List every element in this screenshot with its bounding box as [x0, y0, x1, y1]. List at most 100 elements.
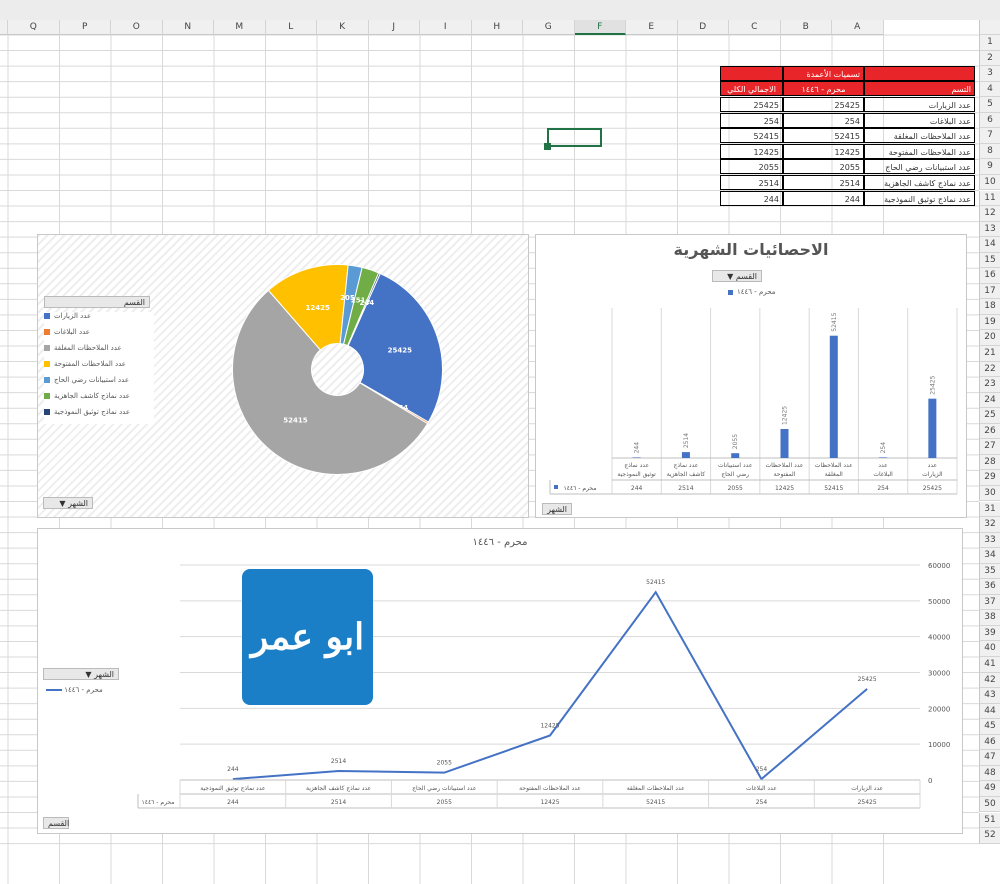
- column-header-K[interactable]: K: [317, 20, 369, 35]
- pivot-header-month[interactable]: محرم - ١٤٤٦: [783, 81, 864, 96]
- pivot-row-total-value[interactable]: 254: [720, 112, 783, 128]
- column-header-F[interactable]: F: [574, 20, 626, 35]
- pie-legend-filter-button[interactable]: القسم: [44, 296, 150, 308]
- row-header-38[interactable]: 38: [979, 610, 1000, 626]
- row-header-28[interactable]: 28: [979, 454, 1000, 471]
- row-header-45[interactable]: 45: [979, 719, 1000, 735]
- bar-filter-button[interactable]: ▼ القسم: [712, 270, 762, 282]
- bar-bottom-filter-button[interactable]: الشهر: [542, 503, 572, 515]
- column-header-P[interactable]: P: [59, 20, 111, 35]
- pivot-row-month-value[interactable]: 25425: [783, 97, 864, 112]
- pivot-row-total-value[interactable]: 2055: [720, 159, 783, 175]
- row-header-41[interactable]: 41: [979, 657, 1000, 673]
- pivot-row-month-value[interactable]: 2055: [783, 159, 864, 175]
- fill-handle[interactable]: [544, 143, 551, 150]
- row-header-44[interactable]: 44: [979, 703, 1000, 720]
- row-header-36[interactable]: 36: [979, 579, 1000, 595]
- row-header-27[interactable]: 27: [979, 439, 1000, 455]
- row-header-19[interactable]: 19: [979, 314, 1000, 331]
- row-header-48[interactable]: 48: [979, 765, 1000, 782]
- row-header-24[interactable]: 24: [979, 392, 1000, 409]
- pivot-row-month-value[interactable]: 254: [783, 112, 864, 128]
- pivot-row-label[interactable]: عدد الملاحظات المفتوحة: [864, 143, 975, 159]
- row-header-17[interactable]: 17: [979, 283, 1000, 300]
- column-header-I[interactable]: I: [420, 20, 472, 35]
- line-bottom-filter-button[interactable]: القسم: [43, 817, 69, 829]
- row-header-43[interactable]: 43: [979, 688, 1000, 704]
- column-header-D[interactable]: D: [677, 20, 729, 35]
- column-header-B[interactable]: B: [780, 20, 832, 35]
- row-header-49[interactable]: 49: [979, 781, 1000, 797]
- pivot-row-total-value[interactable]: 25425: [720, 97, 783, 112]
- row-header-29[interactable]: 29: [979, 470, 1000, 486]
- row-header-16[interactable]: 16: [979, 268, 1000, 284]
- row-header-8[interactable]: 8: [979, 143, 1000, 160]
- pivot-header-label[interactable]: التسم: [864, 81, 975, 96]
- column-header-O[interactable]: O: [111, 20, 163, 35]
- pivot-row-month-value[interactable]: 12425: [783, 143, 864, 159]
- row-header-10[interactable]: 10: [979, 174, 1000, 191]
- pivot-row-label[interactable]: عدد نماذج توثيق النموذجية: [864, 190, 975, 206]
- row-header-46[interactable]: 46: [979, 734, 1000, 751]
- column-header-A[interactable]: A: [832, 20, 884, 35]
- column-header-G[interactable]: G: [523, 20, 575, 35]
- row-header-12[interactable]: 12: [979, 206, 1000, 222]
- row-header-33[interactable]: 33: [979, 532, 1000, 549]
- row-header-23[interactable]: 23: [979, 377, 1000, 393]
- row-header-20[interactable]: 20: [979, 330, 1000, 346]
- pivot-filter-header[interactable]: تسميات الأعمدة: [783, 66, 864, 81]
- column-header-H[interactable]: H: [471, 20, 523, 35]
- row-header-21[interactable]: 21: [979, 346, 1000, 362]
- row-header-5[interactable]: 5: [979, 97, 1000, 113]
- row-header-42[interactable]: 42: [979, 672, 1000, 689]
- pivot-row-total-value[interactable]: 2514: [720, 175, 783, 190]
- line-filter-button[interactable]: ▼ الشهر: [43, 668, 119, 680]
- pivot-row-total-value[interactable]: 244: [720, 190, 783, 206]
- column-header-J[interactable]: J: [368, 20, 420, 35]
- row-header-2[interactable]: 2: [979, 50, 1000, 67]
- row-header-1[interactable]: 1: [979, 35, 1000, 51]
- pivot-row-month-value[interactable]: 244: [783, 190, 864, 206]
- row-header-7[interactable]: 7: [979, 128, 1000, 144]
- pivot-row-total-value[interactable]: 12425: [720, 143, 783, 159]
- pivot-row-label[interactable]: عدد الملاحظات المغلقة: [864, 128, 975, 144]
- row-header-52[interactable]: 52: [979, 828, 1000, 844]
- row-header-25[interactable]: 25: [979, 408, 1000, 424]
- row-header-6[interactable]: 6: [979, 112, 1000, 129]
- column-header-N[interactable]: N: [162, 20, 214, 35]
- row-header-30[interactable]: 30: [979, 485, 1000, 502]
- column-header-E[interactable]: E: [626, 20, 678, 35]
- row-header-50[interactable]: 50: [979, 796, 1000, 813]
- pivot-row-label[interactable]: عدد البلاغات: [864, 112, 975, 128]
- pivot-row-month-value[interactable]: 2514: [783, 175, 864, 190]
- pivot-row-label[interactable]: عدد استبيانات رضي الحاج: [864, 159, 975, 175]
- select-all-corner[interactable]: [979, 20, 1000, 35]
- pivot-row-month-value[interactable]: 52415: [783, 128, 864, 144]
- row-header-32[interactable]: 32: [979, 517, 1000, 533]
- column-header-L[interactable]: L: [265, 20, 317, 35]
- row-header-3[interactable]: 3: [979, 66, 1000, 82]
- row-header-40[interactable]: 40: [979, 641, 1000, 657]
- row-header-37[interactable]: 37: [979, 594, 1000, 611]
- row-header-51[interactable]: 51: [979, 812, 1000, 829]
- row-header-9[interactable]: 9: [979, 159, 1000, 175]
- pivot-row-total-value[interactable]: 52415: [720, 128, 783, 144]
- column-header-C[interactable]: C: [729, 20, 781, 35]
- row-header-31[interactable]: 31: [979, 501, 1000, 518]
- row-header-14[interactable]: 14: [979, 237, 1000, 253]
- row-header-15[interactable]: 15: [979, 252, 1000, 269]
- column-header-M[interactable]: M: [214, 20, 266, 35]
- selected-cell[interactable]: [547, 128, 602, 147]
- row-header-11[interactable]: 11: [979, 190, 1000, 207]
- row-header-22[interactable]: 22: [979, 361, 1000, 378]
- row-header-39[interactable]: 39: [979, 625, 1000, 642]
- pie-month-filter-button[interactable]: ▼ الشهر: [43, 497, 93, 509]
- row-header-18[interactable]: 18: [979, 299, 1000, 315]
- row-header-26[interactable]: 26: [979, 423, 1000, 440]
- row-header-13[interactable]: 13: [979, 221, 1000, 238]
- row-header-47[interactable]: 47: [979, 750, 1000, 766]
- row-header-4[interactable]: 4: [979, 81, 1000, 98]
- pivot-row-label[interactable]: عدد الزيارات: [864, 97, 975, 112]
- row-header-34[interactable]: 34: [979, 548, 1000, 564]
- row-header-35[interactable]: 35: [979, 563, 1000, 580]
